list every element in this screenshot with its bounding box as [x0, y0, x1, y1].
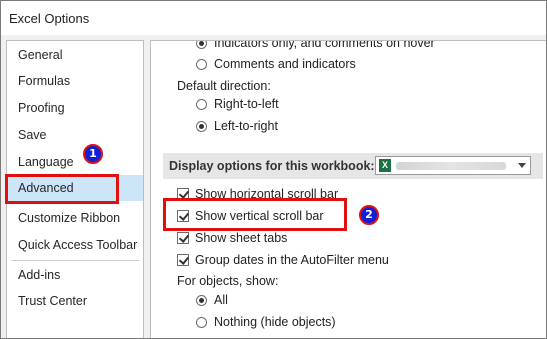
advanced-options-pane: Indicators only, and comments on hover C… [150, 40, 546, 338]
step-2-badge: 2 [359, 205, 379, 225]
workbook-display-label: Display options for this workbook: [169, 159, 375, 173]
sidebar-item-trust-center[interactable]: Trust Center [7, 288, 143, 314]
sidebar-item-add-ins[interactable]: Add-ins [7, 262, 143, 288]
workbook-select-dropdown[interactable]: X [375, 156, 531, 175]
for-objects-label: For objects, show: [177, 274, 279, 288]
objects-all-label: All [214, 293, 228, 307]
right-to-left-radio[interactable] [196, 99, 207, 110]
right-to-left-label: Right-to-left [214, 97, 279, 111]
sidebar-item-language[interactable]: Language [7, 149, 143, 175]
workbook-display-section-header: Display options for this workbook: X [163, 153, 543, 179]
group-dates-checkbox[interactable] [177, 254, 189, 266]
group-dates-label: Group dates in the AutoFilter menu [195, 253, 389, 267]
excel-file-icon: X [379, 159, 391, 172]
left-to-right-label: Left-to-right [214, 119, 278, 133]
objects-nothing-radio[interactable] [196, 317, 207, 328]
comments-and-indicators-label: Comments and indicators [214, 57, 356, 71]
window-title: Excel Options [9, 11, 90, 26]
advanced-highlight-box [5, 174, 119, 204]
vertical-scroll-highlight-box [163, 198, 347, 231]
sidebar-item-customize-ribbon[interactable]: Customize Ribbon [7, 205, 143, 231]
sidebar-item-quick-access-toolbar[interactable]: Quick Access Toolbar [7, 232, 143, 258]
sidebar-item-proofing[interactable]: Proofing [7, 95, 143, 121]
sheet-tabs-label: Show sheet tabs [195, 231, 288, 245]
chevron-down-icon [518, 163, 526, 168]
comments-and-indicators-radio[interactable] [196, 59, 207, 70]
sidebar-divider [11, 260, 139, 261]
objects-nothing-label: Nothing (hide objects) [214, 315, 336, 329]
workbook-name-redacted [396, 162, 506, 170]
indicators-only-label: Indicators only, and comments on hover [214, 40, 435, 50]
step-1-badge: 1 [83, 144, 103, 164]
indicators-only-radio[interactable] [196, 41, 207, 49]
sidebar-item-formulas[interactable]: Formulas [7, 68, 143, 94]
sidebar-item-save[interactable]: Save [7, 122, 143, 148]
sheet-tabs-checkbox[interactable] [177, 232, 189, 244]
sidebar-item-general[interactable]: General [7, 42, 143, 68]
title-bar: Excel Options [1, 1, 546, 35]
left-to-right-radio[interactable] [196, 121, 207, 132]
objects-all-radio[interactable] [196, 295, 207, 306]
default-direction-label: Default direction: [177, 79, 271, 93]
